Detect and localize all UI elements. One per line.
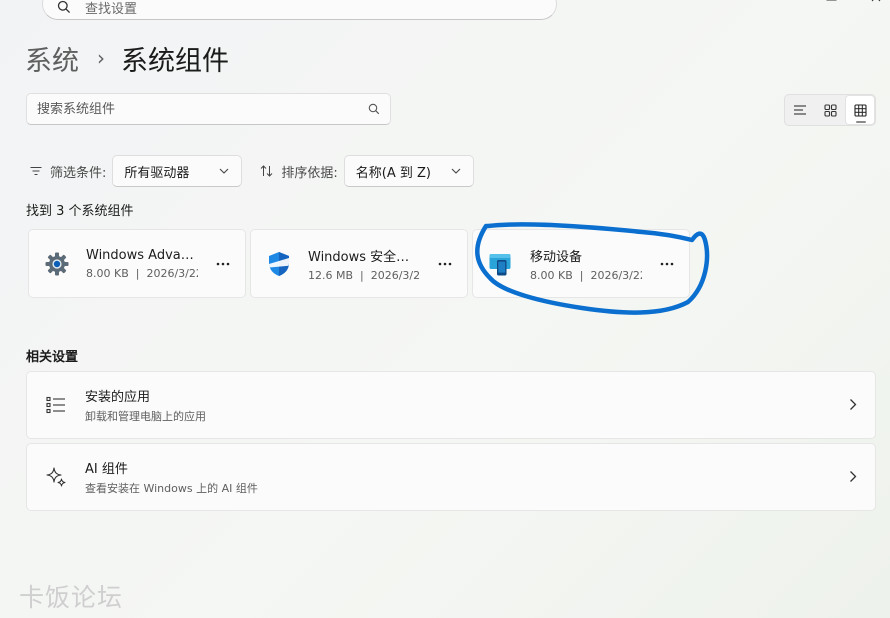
breadcrumb-separator: › — [97, 46, 105, 70]
search-icon — [368, 103, 380, 115]
sort-icon — [261, 165, 273, 177]
component-name: Windows 安全中心 — [308, 249, 420, 265]
apps-list-icon — [45, 394, 67, 416]
component-list: Windows Advanced Settings 8.00 KB | 2026… — [28, 229, 690, 298]
component-search-box[interactable] — [26, 93, 391, 125]
mobile-devices-icon — [488, 251, 514, 277]
sort-value: 名称(A 到 Z) — [355, 165, 431, 181]
chevron-right-icon — [850, 399, 857, 410]
component-meta: 12.6 MB | 2026/3/22 — [308, 269, 420, 282]
drive-filter-value: 所有驱动器 — [124, 165, 190, 181]
related-settings-title: 相关设置 — [26, 350, 79, 365]
component-card[interactable]: 移动设备 8.00 KB | 2026/3/22 — [472, 229, 690, 298]
page-title: 系统组件 — [121, 45, 229, 77]
filter-label: 筛选条件: — [50, 165, 107, 181]
chevron-right-icon — [850, 471, 857, 482]
gear-icon — [44, 251, 70, 277]
row-subtitle: 卸载和管理电脑上的应用 — [85, 410, 206, 423]
filter-icon — [30, 167, 42, 175]
more-icon — [216, 262, 230, 266]
component-size: 12.6 MB — [308, 268, 354, 282]
component-meta: 8.00 KB | 2026/3/22 — [530, 269, 642, 282]
installed-apps-row[interactable]: 安装的应用 卸载和管理电脑上的应用 — [26, 371, 876, 439]
chevron-down-icon — [451, 168, 461, 174]
sparkle-icon — [45, 466, 67, 488]
component-card[interactable]: Windows 安全中心 12.6 MB | 2026/3/22 — [250, 229, 468, 298]
component-name: 移动设备 — [530, 249, 583, 265]
grid-view-icon — [823, 103, 837, 117]
breadcrumb-system[interactable]: 系统 — [25, 39, 79, 78]
component-date: 2026/3/22 — [146, 266, 198, 280]
sort-group: 排序依据: 名称(A 到 Z) — [260, 155, 474, 187]
component-size: 8.00 KB — [86, 266, 129, 280]
more-options-button[interactable] — [657, 254, 677, 274]
close-button[interactable] — [870, 0, 884, 8]
component-size: 8.00 KB — [530, 268, 573, 282]
shield-icon — [266, 251, 292, 277]
row-title: 安装的应用 — [85, 390, 151, 405]
tile-view-icon — [853, 103, 867, 117]
drive-filter-dropdown[interactable]: 所有驱动器 — [112, 155, 243, 187]
maximize-button[interactable] — [825, 0, 839, 8]
row-title: AI 组件 — [85, 462, 128, 477]
ai-components-row[interactable]: AI 组件 查看安装在 Windows 上的 AI 组件 — [26, 443, 876, 511]
settings-search-box[interactable]: 查找设置 — [42, 0, 557, 20]
list-view-icon — [794, 105, 806, 115]
filter-sort-row: 筛选条件: 所有驱动器 排序依据: 名称(A 到 Z) — [30, 155, 474, 187]
result-count: 找到 3 个系统组件 — [26, 204, 134, 219]
breadcrumb: 系统 › 系统组件 — [25, 38, 229, 78]
view-toggle-group — [784, 94, 876, 126]
more-options-button[interactable] — [435, 254, 455, 274]
sort-dropdown[interactable]: 名称(A 到 Z) — [343, 155, 474, 187]
component-date: 2026/3/22 — [370, 268, 420, 282]
component-name: Windows Advanced Settings — [86, 247, 198, 263]
chevron-down-icon — [220, 168, 229, 174]
list-view-button[interactable] — [785, 95, 815, 125]
component-meta: 8.00 KB | 2026/3/22 — [86, 267, 198, 280]
sort-label: 排序依据: — [281, 165, 338, 181]
more-icon — [660, 262, 674, 266]
tile-view-button[interactable] — [845, 95, 875, 125]
more-options-button[interactable] — [213, 254, 233, 274]
settings-search-placeholder: 查找设置 — [85, 1, 138, 17]
forum-watermark: 卡饭论坛 — [19, 583, 124, 612]
more-icon — [438, 262, 452, 266]
grid-view-button[interactable] — [815, 95, 845, 125]
row-subtitle: 查看安装在 Windows 上的 AI 组件 — [85, 482, 258, 495]
maximize-icon — [826, 0, 837, 1]
close-icon — [871, 0, 881, 2]
search-icon — [57, 0, 71, 14]
component-date: 2026/3/22 — [590, 268, 642, 282]
component-search-input[interactable] — [37, 101, 368, 117]
component-card[interactable]: Windows Advanced Settings 8.00 KB | 2026… — [28, 229, 246, 298]
